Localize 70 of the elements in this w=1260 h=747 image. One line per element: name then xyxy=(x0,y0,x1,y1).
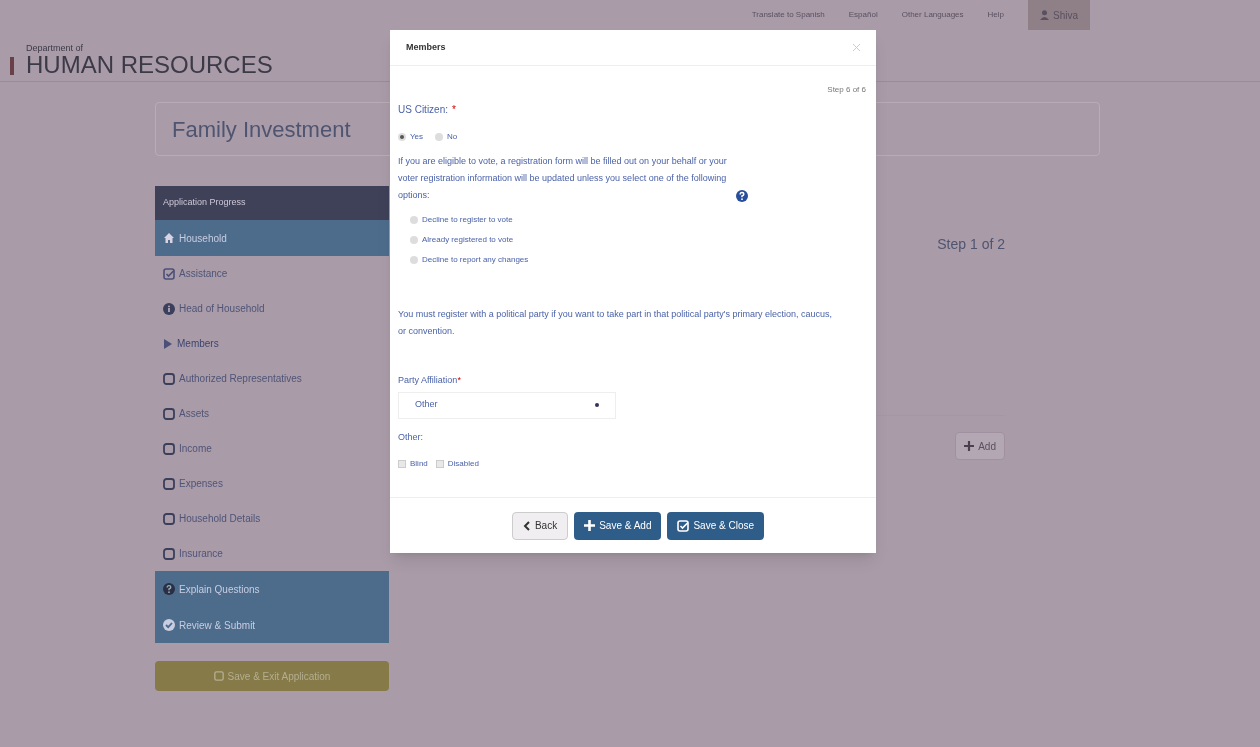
page-title: Family Investment xyxy=(172,115,351,144)
checkbox-label: Blind xyxy=(410,458,428,470)
plus-icon xyxy=(584,520,596,531)
field-label: US Citizen: xyxy=(398,103,448,117)
add-button[interactable]: Add xyxy=(955,432,1005,460)
sidebar-section[interactable]: Household xyxy=(155,220,389,256)
radio-label: No xyxy=(447,131,458,143)
radio-button[interactable] xyxy=(410,216,418,224)
dialog-button[interactable]: Back xyxy=(511,511,569,540)
radio-label: Decline to report any changes xyxy=(422,254,529,266)
play-icon xyxy=(163,337,173,350)
empty-box-icon xyxy=(163,372,175,385)
radio-label: Yes xyxy=(410,131,424,143)
empty-box-icon xyxy=(163,407,175,420)
sidebar-section[interactable]: Review & Submit xyxy=(155,607,389,643)
sidebar-item[interactable]: Members xyxy=(155,326,389,361)
check-circle-icon xyxy=(163,619,175,631)
party-select[interactable]: Other xyxy=(398,391,616,419)
dialog-button[interactable]: Save & Add xyxy=(574,511,662,540)
caret-icon xyxy=(595,403,599,407)
plus-icon xyxy=(964,441,975,451)
sidebar-header: Application Progress xyxy=(155,186,389,220)
sidebar-item[interactable]: Insurance xyxy=(155,536,389,571)
required-mark: * xyxy=(457,374,461,387)
radio-label: Already registered to vote xyxy=(422,234,514,246)
voter-note: If you are eligible to vote, a registration form will be filled out on your behalf or your voter registration information will be updated unless you select one of the following options: xyxy=(398,155,728,202)
radio-button[interactable] xyxy=(410,236,418,244)
checkbox[interactable] xyxy=(435,460,444,468)
nav-link[interactable]: Other Languages xyxy=(901,9,964,21)
checkbox-label: Disabled xyxy=(447,458,479,470)
sidebar-item[interactable]: Expenses xyxy=(155,466,389,501)
sidebar-item[interactable]: Authorized Representatives xyxy=(155,361,389,396)
user-icon xyxy=(1040,10,1049,20)
nav-link[interactable]: Español xyxy=(848,9,878,21)
dialog-button[interactable]: Save & Close xyxy=(667,511,765,540)
field-label: Other: xyxy=(398,431,423,442)
step-indicator: Step 1 of 2 xyxy=(937,235,1005,254)
empty-box-icon xyxy=(163,547,175,560)
radio-button[interactable] xyxy=(435,133,444,141)
empty-box-icon xyxy=(163,477,175,490)
radio-button[interactable] xyxy=(398,133,406,141)
checked-box-icon xyxy=(213,671,224,681)
checkbox[interactable] xyxy=(398,460,406,468)
close-icon[interactable] xyxy=(853,44,860,51)
info-circle-icon xyxy=(163,302,175,315)
save-exit-button[interactable]: Save & Exit Application xyxy=(155,661,389,691)
sidebar-item[interactable]: Head of Household xyxy=(155,291,389,326)
sidebar-item[interactable]: Income xyxy=(155,431,389,466)
radio-button[interactable] xyxy=(410,256,418,264)
nav-link[interactable]: Help xyxy=(987,9,1004,21)
empty-box-icon xyxy=(163,512,175,525)
radio-label: Decline to register to vote xyxy=(422,214,513,226)
sidebar-section[interactable]: Explain Questions xyxy=(155,571,389,607)
home-icon xyxy=(163,232,175,244)
help-icon[interactable] xyxy=(736,190,748,202)
logo-title: HUMAN RESOURCES xyxy=(26,53,273,77)
logo-subtitle: Department of xyxy=(26,44,85,53)
question-icon xyxy=(163,583,175,595)
modal-title: Members xyxy=(406,40,446,54)
checked-box-icon xyxy=(677,519,690,532)
party-note: You must register with a political party if you want to take part in that political party's primary election, caucus, or convention. xyxy=(398,308,834,338)
sidebar-item[interactable]: Assets xyxy=(155,396,389,431)
sidebar-item[interactable]: Assistance xyxy=(155,256,389,291)
sidebar-item[interactable]: Household Details xyxy=(155,501,389,536)
field-label: Party Affiliation xyxy=(398,374,458,387)
required-mark: * xyxy=(452,103,456,117)
step-indicator: Step 6 of 6 xyxy=(827,84,866,96)
empty-box-icon xyxy=(163,442,175,455)
checked-box-icon xyxy=(163,267,175,280)
chevron-left-icon xyxy=(522,520,531,531)
